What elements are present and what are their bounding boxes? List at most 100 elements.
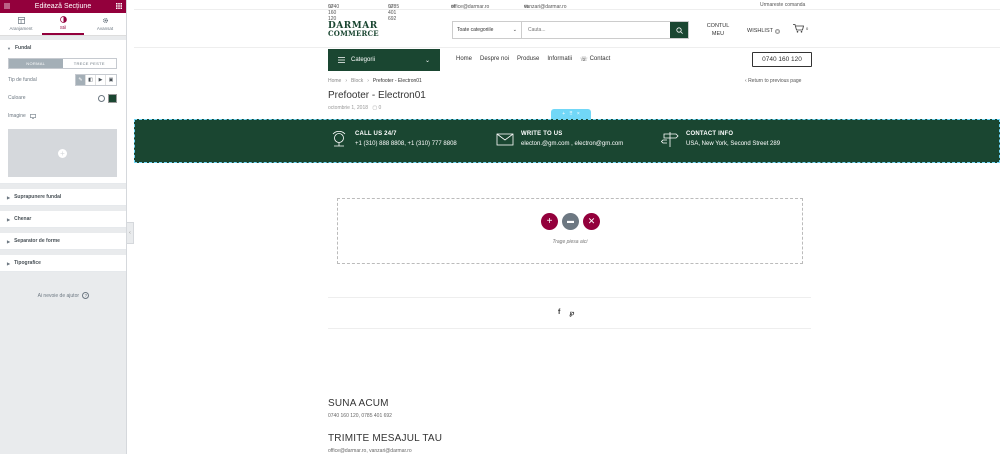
add-section-icon[interactable]: + <box>562 111 565 117</box>
caret-right-icon: ▶ <box>7 194 11 200</box>
close-section-icon[interactable]: × <box>577 111 580 117</box>
add-section-button[interactable]: + <box>541 213 558 230</box>
post-date: octombrie 1, 2018 <box>328 105 369 111</box>
panel-tabs: Aranjament Stil Avansat <box>0 13 126 36</box>
account-line1: CONTUL <box>706 23 730 29</box>
categories-label: Categorii <box>351 57 376 63</box>
divider <box>328 297 811 298</box>
hamburger-menu-icon[interactable] <box>4 3 10 11</box>
section-background: ▼ Fundal NORMAL TRECE PESTE Tip de funda… <box>0 40 126 184</box>
desktop-icon[interactable] <box>29 113 36 119</box>
nav-contact[interactable]: ☏ Contact <box>580 56 610 63</box>
pinterest-icon[interactable]: ℘ <box>569 309 574 317</box>
wishlist-link[interactable]: WISHLIST 0 <box>747 28 780 34</box>
panel-header: Editează Secțiune <box>0 0 126 13</box>
image-chooser[interactable]: + <box>8 129 117 177</box>
post-meta: octombrie 1, 2018 ▢ 0 <box>328 105 381 111</box>
editor-app: Editează Secțiune Aranjament Stil Avansa… <box>0 0 1000 454</box>
breadcrumb-current: Prefooter - Electron01 <box>372 78 422 84</box>
background-type-options: ✎ ◧ ▶ ▣ <box>75 74 117 86</box>
template-library-button[interactable]: ▬ <box>562 213 579 230</box>
brush-icon[interactable]: ✎ <box>76 75 86 85</box>
chevron-down-icon: ⌄ <box>424 57 430 64</box>
search-icon <box>675 26 683 34</box>
section-handle[interactable]: + ⠿ × <box>551 109 591 119</box>
tab-style[interactable]: Stil <box>42 13 84 35</box>
background-type-label: Tip de fundal <box>8 77 37 83</box>
facebook-icon[interactable]: f <box>558 309 560 317</box>
search-button[interactable] <box>670 22 688 38</box>
main-nav: Home Despre noi Produse Informatii ☏ Con… <box>456 56 610 63</box>
nav-about[interactable]: Despre noi <box>480 56 509 63</box>
tab-advanced[interactable]: Avansat <box>84 13 126 35</box>
state-toggle: NORMAL TRECE PESTE <box>8 58 117 69</box>
image-label: Imagine <box>8 113 26 119</box>
tab-layout[interactable]: Aranjament <box>0 13 42 35</box>
breadcrumb: Home › Block › Prefooter - Electron01 <box>328 78 422 84</box>
section-typography-header[interactable]: ▶ Tipografice <box>0 255 126 271</box>
color-swatch[interactable] <box>108 93 117 103</box>
phone-call-icon <box>332 131 346 147</box>
section-shape-divider: ▶ Separator de forme <box>0 233 126 250</box>
prefooter-contact-heading: CONTACT INFO <box>686 131 734 137</box>
nav-products[interactable]: Produse <box>517 56 539 63</box>
nav-info[interactable]: Informatii <box>547 56 572 63</box>
cart-link[interactable]: 0 <box>793 24 808 33</box>
background-type-control: Tip de fundal ✎ ◧ ▶ ▣ <box>0 71 126 89</box>
comment-icon: ▢ <box>372 105 378 111</box>
close-icon[interactable]: ✕ <box>583 213 600 230</box>
chevron-down-icon: ⌄ <box>512 27 517 33</box>
send-message-value: office@darmar.ro, vanzari@darmar.ro <box>328 448 412 454</box>
cart-icon <box>793 24 804 33</box>
categories-button[interactable]: Categorii ⌄ <box>328 49 440 71</box>
signpost-icon <box>661 132 679 147</box>
section-border-header[interactable]: ▶ Chenar <box>0 211 126 227</box>
section-overlay-title: Suprapunere fundal <box>14 194 62 200</box>
section-shape-divider-header[interactable]: ▶ Separator de forme <box>0 233 126 249</box>
section-overlay-header[interactable]: ▶ Suprapunere fundal <box>0 189 126 205</box>
state-normal-tab[interactable]: NORMAL <box>9 59 63 68</box>
gear-icon <box>102 17 108 24</box>
help-label: Ai nevoie de ajutor <box>37 293 80 299</box>
state-hover-tab[interactable]: TRECE PESTE <box>62 59 116 68</box>
prefooter-call: CALL US 24/7 +1 (310) 888 8808, +1 (310)… <box>330 131 457 147</box>
prefooter-contact: CONTACT INFO USA, New York, Second Stree… <box>661 131 780 147</box>
slideshow-icon[interactable]: ▣ <box>106 75 116 85</box>
back-link[interactable]: ‹ Return to previous page <box>745 78 801 84</box>
help-link[interactable]: Ai nevoie de ajutor ? <box>0 292 127 299</box>
color-label: Culoare <box>8 95 26 101</box>
site-logo[interactable]: DARMAR COMMERCE <box>328 22 380 39</box>
section-background-header[interactable]: ▼ Fundal <box>0 40 126 56</box>
header-phone-button[interactable]: 0740 160 120 <box>752 52 812 67</box>
section-background-title: Fundal <box>14 45 32 51</box>
tab-advanced-label: Avansat <box>96 26 114 31</box>
call-now-value: 0740 160 120, 0785 401 692 <box>328 413 392 419</box>
gradient-icon[interactable]: ◧ <box>86 75 96 85</box>
global-colors-icon[interactable] <box>98 94 105 102</box>
my-account-link[interactable]: CONTUL MEU <box>699 22 737 38</box>
widgets-grid-icon[interactable] <box>116 3 122 11</box>
breadcrumb-block[interactable]: Block <box>351 78 363 84</box>
search-input[interactable] <box>522 22 670 38</box>
nav-home[interactable]: Home <box>456 56 472 63</box>
prefooter-section[interactable]: CALL US 24/7 +1 (310) 888 8808, +1 (310)… <box>134 119 1000 163</box>
drop-zone[interactable]: + ▬ ✕ Trage piesa aici <box>337 198 803 264</box>
section-typography-title: Tipografice <box>14 260 41 266</box>
video-icon[interactable]: ▶ <box>96 75 106 85</box>
drag-handle-icon[interactable]: ⠿ <box>569 111 573 117</box>
social-links: f ℘ <box>558 309 574 317</box>
section-shape-divider-title: Separator de forme <box>14 238 60 244</box>
track-order-link[interactable]: Urmareste comanda <box>760 2 805 8</box>
hamburger-icon <box>338 57 345 63</box>
breadcrumb-separator-icon: › <box>345 78 348 84</box>
prefooter-write: WRITE TO US electon.@gm.com , electron@g… <box>496 131 623 147</box>
wishlist-count: 0 <box>774 28 780 34</box>
add-image-icon[interactable]: + <box>58 148 67 158</box>
search-bar: Toate categoriile ⌄ <box>452 21 689 39</box>
caret-right-icon: ▶ <box>7 216 11 222</box>
prefooter-call-value: +1 (310) 888 8808, +1 (310) 777 8808 <box>355 141 457 147</box>
panel-collapse-handle[interactable]: ‹ <box>127 222 134 244</box>
category-select[interactable]: Toate categoriile ⌄ <box>453 22 522 38</box>
back-link-label: Return to previous page <box>748 78 802 84</box>
breadcrumb-home[interactable]: Home <box>328 78 341 84</box>
